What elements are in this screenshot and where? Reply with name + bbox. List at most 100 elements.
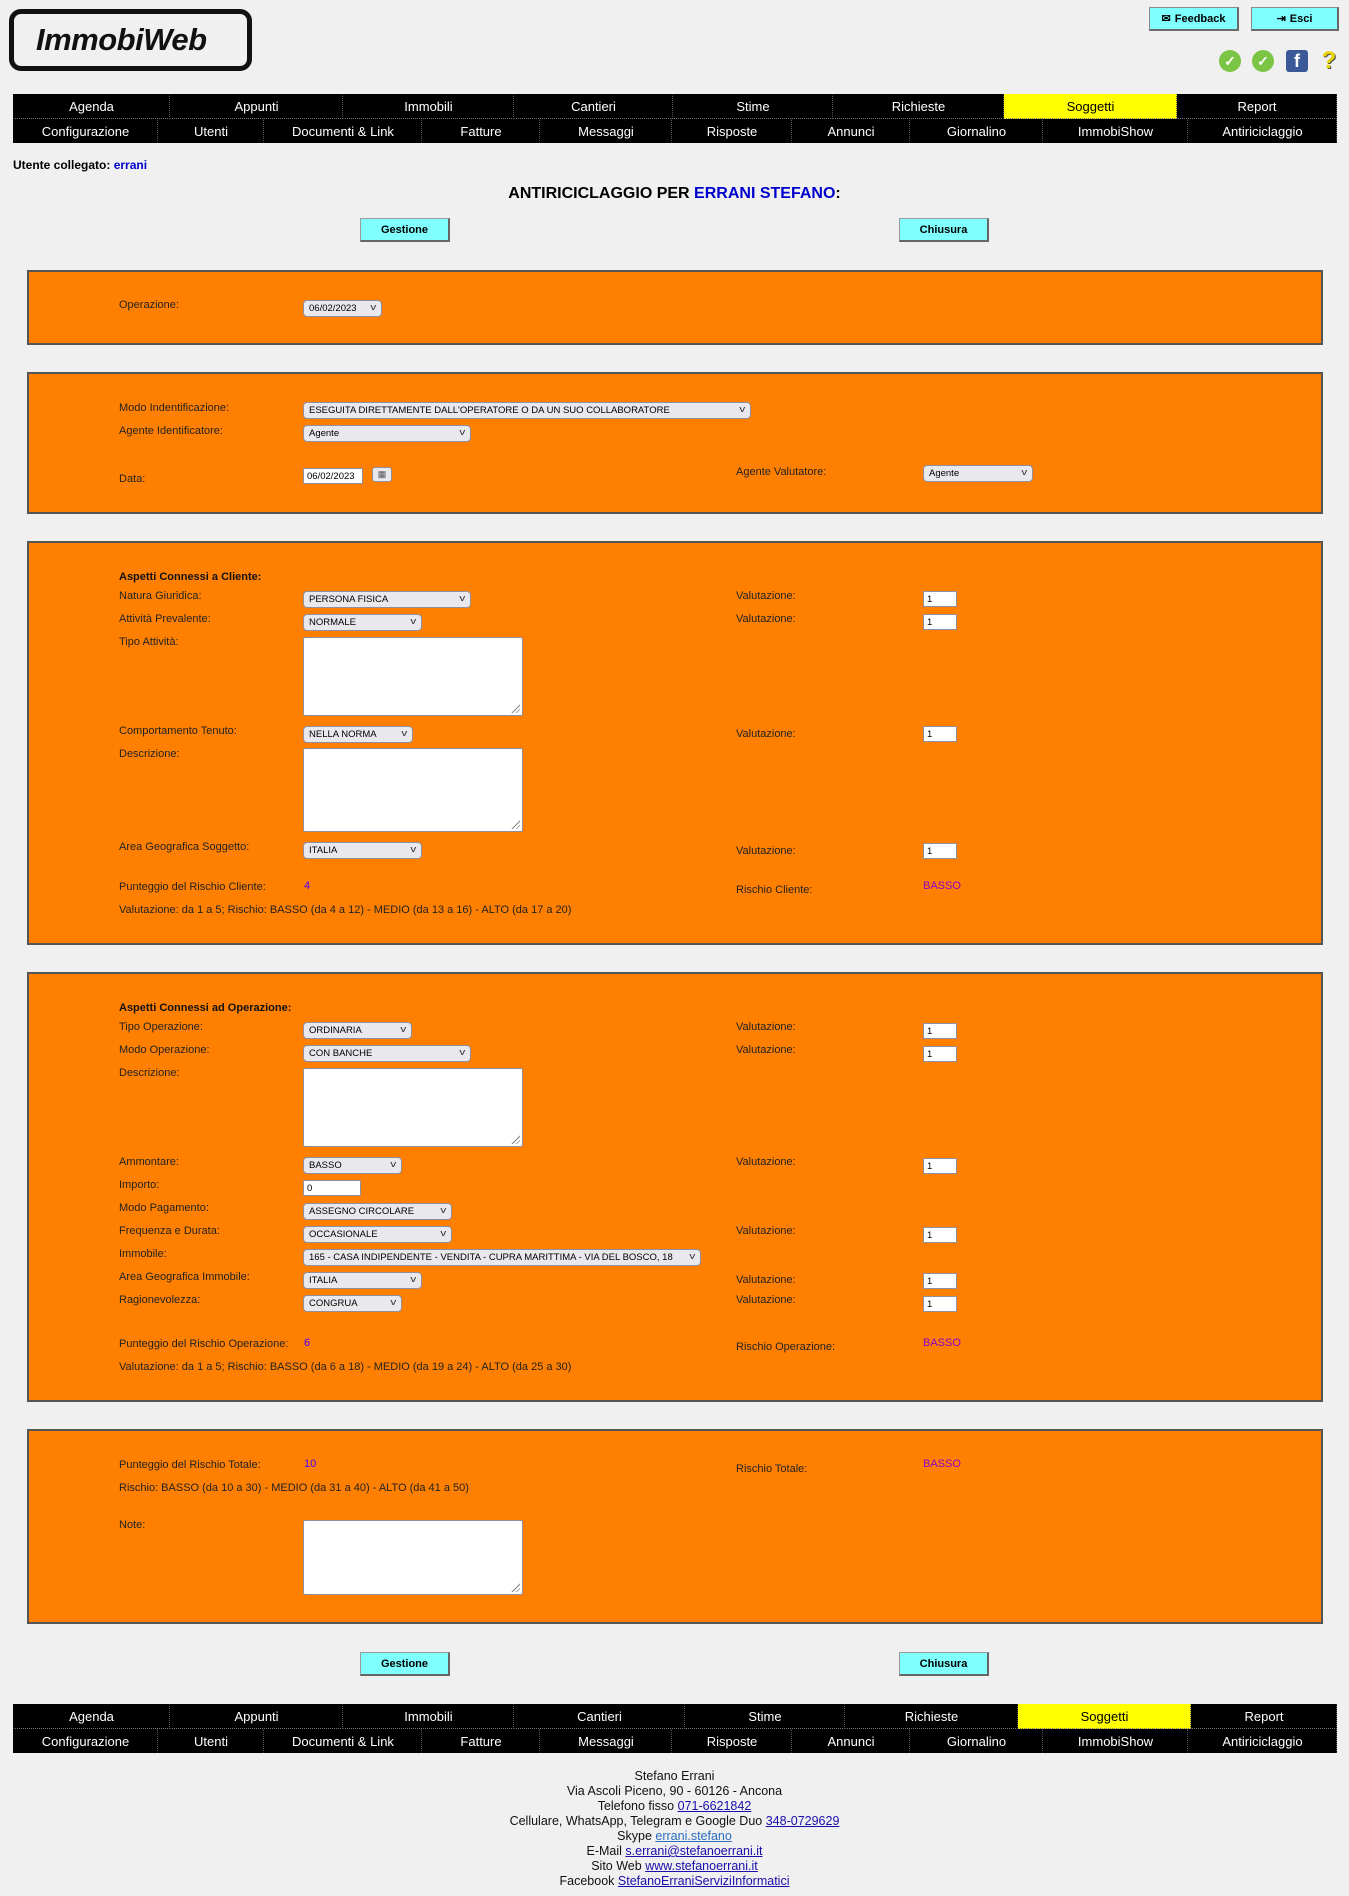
nav-report[interactable]: Report xyxy=(1177,94,1337,119)
nav-messaggi[interactable]: Messaggi xyxy=(540,119,672,143)
identification-panel: Modo Indentificazione: ESEGUITA DIRETTAM… xyxy=(27,372,1323,514)
nav-risposte[interactable]: Risposte xyxy=(672,1729,792,1753)
subject-area-score-input[interactable]: 1 xyxy=(923,843,957,859)
operation-type-score-input[interactable]: 1 xyxy=(923,1023,957,1039)
nav-utenti[interactable]: Utenti xyxy=(158,119,264,143)
nav-antiriciclaggio[interactable]: Antiriciclaggio xyxy=(1188,119,1337,143)
resize-grip-icon[interactable] xyxy=(510,1134,520,1144)
nav-appunti[interactable]: Appunti xyxy=(170,94,343,119)
nav-annunci[interactable]: Annunci xyxy=(792,119,910,143)
feedback-button[interactable]: ✉ Feedback xyxy=(1149,7,1239,31)
nav-risposte[interactable]: Risposte xyxy=(672,119,792,143)
nav-cantieri[interactable]: Cantieri xyxy=(514,1704,685,1729)
resize-grip-icon[interactable] xyxy=(510,1582,520,1592)
operation-select[interactable]: 06/02/2023 v xyxy=(303,300,382,317)
check-icon[interactable]: ✓ xyxy=(1252,50,1274,72)
nav-stime[interactable]: Stime xyxy=(673,94,833,119)
notes-textarea[interactable] xyxy=(303,1520,523,1595)
amount-select[interactable]: BASSO v xyxy=(303,1157,402,1174)
identification-mode-select[interactable]: ESEGUITA DIRETTAMENTE DALL'OPERATORE O D… xyxy=(303,402,751,419)
operation-mode-score-input[interactable]: 1 xyxy=(923,1046,957,1062)
main-activity-select[interactable]: NORMALE v xyxy=(303,614,422,631)
nav-giornalino[interactable]: Giornalino xyxy=(910,119,1043,143)
subject-area-select[interactable]: ITALIA v xyxy=(303,842,422,859)
nav-documenti-link[interactable]: Documenti & Link xyxy=(264,1729,422,1753)
nav-agenda[interactable]: Agenda xyxy=(13,94,170,119)
nav-report[interactable]: Report xyxy=(1191,1704,1337,1729)
activity-type-textarea[interactable] xyxy=(303,637,523,716)
nav-configurazione[interactable]: Configurazione xyxy=(13,119,158,143)
nav-documenti-link[interactable]: Documenti & Link xyxy=(264,119,422,143)
nav-soggetti[interactable]: Soggetti xyxy=(1018,1704,1191,1729)
calendar-icon[interactable]: ▦ xyxy=(372,467,392,482)
skype-link[interactable]: errani.stefano xyxy=(655,1829,731,1843)
nav-immobili[interactable]: Immobili xyxy=(343,1704,514,1729)
property-area-score-input[interactable]: 1 xyxy=(923,1273,957,1289)
total-risk-panel: Punteggio del Rischio Totale: 10 Rischio… xyxy=(27,1429,1323,1624)
operation-description-textarea[interactable] xyxy=(303,1068,523,1147)
nav-richieste[interactable]: Richieste xyxy=(845,1704,1018,1729)
nav-fatture[interactable]: Fatture xyxy=(422,119,540,143)
import-input[interactable]: 0 xyxy=(303,1180,361,1196)
operation-mode-select[interactable]: CON BANCHE v xyxy=(303,1045,471,1062)
check-icon[interactable]: ✓ xyxy=(1219,50,1241,72)
nav-soggetti[interactable]: Soggetti xyxy=(1004,94,1177,119)
nav-giornalino[interactable]: Giornalino xyxy=(910,1729,1043,1753)
mobile-link[interactable]: 348-0729629 xyxy=(766,1814,840,1828)
facebook-link[interactable]: StefanoErraniServiziInformatici xyxy=(618,1874,790,1888)
nav-utenti[interactable]: Utenti xyxy=(158,1729,264,1753)
feedback-icon: ✉ xyxy=(1161,13,1171,25)
nav-immobili[interactable]: Immobili xyxy=(343,94,514,119)
help-icon[interactable]: ? xyxy=(1318,47,1340,74)
nav-row-primary: Agenda Appunti Immobili Cantieri Stime R… xyxy=(13,94,1337,119)
email-link[interactable]: s.errani@stefanoerrani.it xyxy=(625,1844,762,1858)
frequency-select[interactable]: OCCASIONALE v xyxy=(303,1226,452,1243)
amount-score-input[interactable]: 1 xyxy=(923,1158,957,1174)
legal-nature-score-input[interactable]: 1 xyxy=(923,591,957,607)
nav-messaggi[interactable]: Messaggi xyxy=(540,1729,672,1753)
nav-appunti[interactable]: Appunti xyxy=(170,1704,343,1729)
nav-agenda[interactable]: Agenda xyxy=(13,1704,170,1729)
property-select[interactable]: 165 - CASA INDIPENDENTE - VENDITA - CUPR… xyxy=(303,1249,701,1266)
nav-fatture[interactable]: Fatture xyxy=(422,1729,540,1753)
evaluation-label: Valutazione: xyxy=(736,590,796,602)
legal-nature-select[interactable]: PERSONA FISICA v xyxy=(303,591,471,608)
resize-grip-icon[interactable] xyxy=(510,703,520,713)
website-link[interactable]: www.stefanoerrani.it xyxy=(645,1859,758,1873)
frequency-score-input[interactable]: 1 xyxy=(923,1227,957,1243)
nav-richieste[interactable]: Richieste xyxy=(833,94,1004,119)
exit-button[interactable]: ⇥ Esci xyxy=(1251,7,1339,31)
behaviour-score-input[interactable]: 1 xyxy=(923,726,957,742)
resize-grip-icon[interactable] xyxy=(510,819,520,829)
facebook-icon[interactable]: f xyxy=(1286,50,1308,72)
client-description-textarea[interactable] xyxy=(303,748,523,832)
agent-evaluator-select[interactable]: Agente v xyxy=(923,465,1033,482)
chevron-down-icon: v xyxy=(439,1228,446,1238)
nav-antiriciclaggio[interactable]: Antiriciclaggio xyxy=(1188,1729,1337,1753)
gestione-button[interactable]: Gestione xyxy=(360,218,450,242)
behaviour-select[interactable]: NELLA NORMA v xyxy=(303,726,413,743)
gestione-button-bottom[interactable]: Gestione xyxy=(360,1652,450,1676)
operation-type-select[interactable]: ORDINARIA v xyxy=(303,1022,412,1039)
main-activity-score-input[interactable]: 1 xyxy=(923,614,957,630)
chiusura-button-bottom[interactable]: Chiusura xyxy=(899,1652,989,1676)
nav-annunci[interactable]: Annunci xyxy=(792,1729,910,1753)
phone-link[interactable]: 071-6621842 xyxy=(678,1799,752,1813)
date-input[interactable]: 06/02/2023 xyxy=(303,468,363,484)
behaviour-value: NELLA NORMA xyxy=(309,729,377,740)
chevron-down-icon: v xyxy=(458,593,465,603)
nav-immobishow[interactable]: ImmobiShow xyxy=(1043,119,1188,143)
reasonableness-select[interactable]: CONGRUA v xyxy=(303,1295,402,1312)
reasonableness-score-input[interactable]: 1 xyxy=(923,1296,957,1312)
chiusura-button[interactable]: Chiusura xyxy=(899,218,989,242)
nav-cantieri[interactable]: Cantieri xyxy=(514,94,673,119)
app-logo[interactable]: ImmobiWeb xyxy=(9,9,252,71)
title-suffix: : xyxy=(835,185,841,202)
nav-stime[interactable]: Stime xyxy=(685,1704,845,1729)
payment-mode-select[interactable]: ASSEGNO CIRCOLARE v xyxy=(303,1203,452,1220)
nav-configurazione[interactable]: Configurazione xyxy=(13,1729,158,1753)
operation-risk-value: BASSO xyxy=(923,1337,961,1349)
property-area-select[interactable]: ITALIA v xyxy=(303,1272,422,1289)
agent-identifier-select[interactable]: Agente v xyxy=(303,425,471,442)
nav-immobishow[interactable]: ImmobiShow xyxy=(1043,1729,1188,1753)
